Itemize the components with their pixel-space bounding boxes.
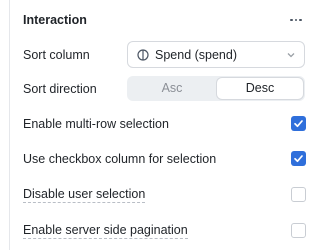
column-icon	[137, 49, 149, 61]
sort-desc-option[interactable]: Desc	[217, 78, 303, 99]
panel-divider	[9, 0, 10, 250]
sort-column-label: Sort column	[23, 48, 90, 62]
disable-user-selection-checkbox[interactable]	[291, 187, 306, 202]
checkbox-column-checkbox[interactable]	[291, 151, 306, 166]
disable-user-selection-label: Disable user selection	[23, 187, 146, 203]
interaction-panel: Interaction Sort column Spend (spend) So…	[9, 0, 322, 250]
multi-row-selection-checkbox[interactable]	[291, 116, 306, 131]
sort-direction-toggle: Asc Desc	[127, 76, 305, 101]
more-options-icon[interactable]	[286, 10, 306, 30]
server-side-pagination-checkbox[interactable]	[291, 223, 306, 238]
server-side-pagination-label: Enable server side pagination	[23, 223, 188, 239]
checkmark-icon	[294, 120, 303, 128]
section-title: Interaction	[23, 13, 87, 27]
checkbox-column-label: Use checkbox column for selection	[23, 152, 217, 166]
sort-direction-label: Sort direction	[23, 82, 97, 96]
checkmark-icon	[294, 155, 303, 163]
sort-column-select[interactable]: Spend (spend)	[127, 41, 305, 68]
multi-row-selection-label: Enable multi-row selection	[23, 117, 169, 131]
sort-column-value: Spend (spend)	[155, 48, 238, 62]
chevron-down-icon	[287, 53, 295, 58]
sort-asc-option[interactable]: Asc	[129, 78, 215, 99]
